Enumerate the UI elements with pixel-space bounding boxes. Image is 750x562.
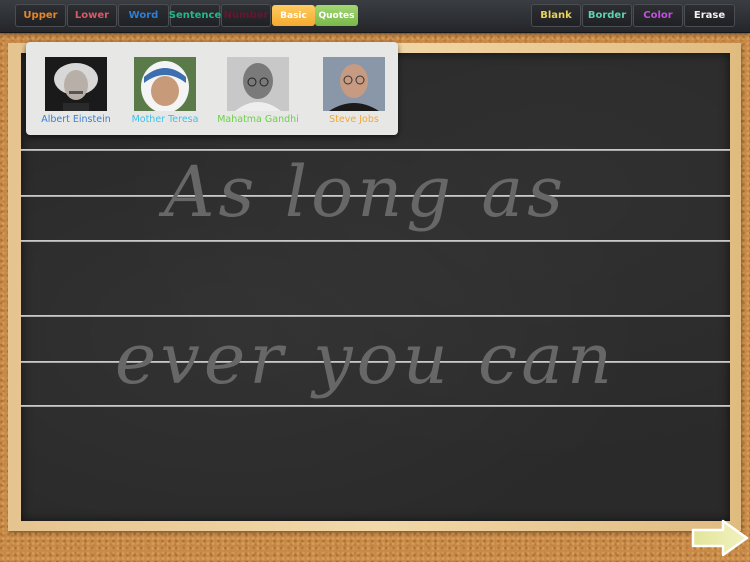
border-button-label: Border: [587, 10, 627, 21]
quotes-mode-button[interactable]: Quotes: [315, 5, 358, 26]
author-name: Mahatma Gandhi: [217, 114, 299, 125]
author-mother-teresa[interactable]: Mother Teresa: [120, 57, 210, 125]
trace-text-line-1: As long as: [163, 151, 568, 233]
toolbar: Upper Lower Word Sentence Number Basic Q…: [0, 0, 750, 33]
color-button[interactable]: Color: [633, 4, 683, 27]
number-button[interactable]: Number: [221, 4, 271, 27]
guide-line-base-1: [21, 240, 730, 242]
guide-line-base-2: [21, 405, 730, 407]
author-name: Steve Jobs: [329, 114, 379, 125]
number-button-label: Number: [223, 10, 269, 21]
mother-teresa-portrait-icon: [134, 57, 196, 111]
trace-text-line-2: ever you can: [114, 318, 617, 400]
upper-button[interactable]: Upper: [15, 4, 66, 27]
author-gandhi[interactable]: Mahatma Gandhi: [213, 57, 303, 125]
quotes-author-popup: Albert Einstein Mother Teresa Mahatma Ga…: [26, 42, 398, 135]
steve-jobs-portrait-icon: [323, 57, 385, 111]
sentence-button-label: Sentence: [168, 10, 222, 21]
border-button[interactable]: Border: [582, 4, 632, 27]
author-einstein[interactable]: Albert Einstein: [31, 57, 121, 125]
author-name: Mother Teresa: [131, 114, 199, 125]
lower-button-label: Lower: [74, 10, 110, 21]
right-arrow-icon[interactable]: [690, 519, 750, 557]
basic-mode-button[interactable]: Basic: [272, 5, 315, 26]
basic-mode-label: Basic: [280, 10, 307, 21]
einstein-portrait-icon: [45, 57, 107, 111]
word-button[interactable]: Word: [118, 4, 169, 27]
word-button-label: Word: [128, 10, 159, 21]
erase-button[interactable]: Erase: [684, 4, 735, 27]
sentence-button[interactable]: Sentence: [168, 4, 222, 27]
upper-button-label: Upper: [23, 10, 58, 21]
gandhi-portrait-icon: [227, 57, 289, 111]
quotes-mode-label: Quotes: [318, 10, 355, 21]
author-name: Albert Einstein: [41, 114, 111, 125]
blank-button-label: Blank: [540, 10, 572, 21]
erase-button-label: Erase: [693, 10, 726, 21]
blank-button[interactable]: Blank: [531, 4, 581, 27]
color-button-label: Color: [643, 10, 673, 21]
author-steve-jobs[interactable]: Steve Jobs: [309, 57, 399, 125]
guide-line-top-2: [21, 315, 730, 317]
lower-button[interactable]: Lower: [67, 4, 117, 27]
